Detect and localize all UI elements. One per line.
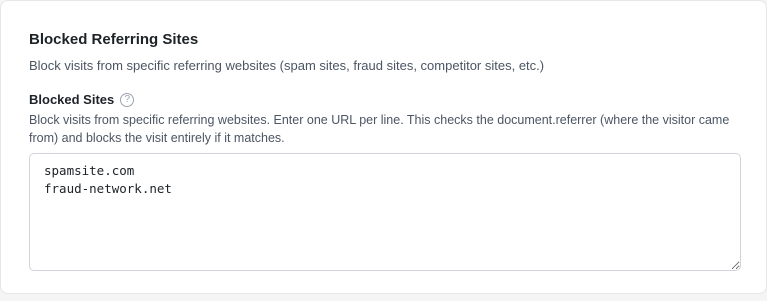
- section-title: Blocked Referring Sites: [29, 31, 199, 48]
- field-label-row: Blocked Sites ?: [29, 91, 135, 109]
- section-description: Block visits from specific referring web…: [29, 58, 545, 73]
- blocked-referrers-card: Blocked Referring Sites Block visits fro…: [0, 0, 767, 294]
- field-help-text: Block visits from specific referring web…: [29, 113, 730, 145]
- question-circle-icon[interactable]: ?: [120, 93, 135, 107]
- blocked-sites-label: Blocked Sites: [29, 92, 115, 107]
- blocked-sites-textarea[interactable]: [29, 153, 741, 271]
